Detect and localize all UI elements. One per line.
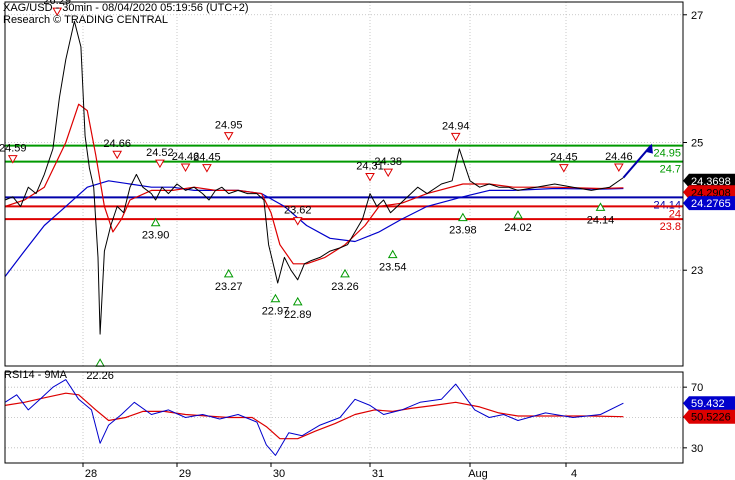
top-label: 24.45 bbox=[550, 152, 578, 164]
bottom-marker bbox=[387, 249, 398, 259]
tops-bottoms-markers: 24.5926.2924.6624.5224.4624.4524.9523.62… bbox=[0, 0, 633, 382]
y-tick-label: 25 bbox=[691, 137, 703, 149]
top-marker bbox=[112, 150, 123, 160]
top-marker bbox=[180, 163, 191, 172]
top-marker bbox=[223, 132, 234, 141]
bottom-label: 23.27 bbox=[215, 281, 243, 293]
chart-source: Research © TRADING CENTRAL bbox=[3, 14, 168, 26]
rsi-y-tick-label: 70 bbox=[691, 382, 703, 394]
top-marker bbox=[450, 132, 461, 142]
resistance-line-label: 24.95 bbox=[653, 148, 681, 160]
top-marker bbox=[613, 163, 624, 172]
y-tick-label: 23 bbox=[691, 265, 703, 277]
top-label: 24.66 bbox=[103, 138, 131, 150]
bottom-label: 24.14 bbox=[587, 214, 615, 226]
rsi-y-tick-label: 30 bbox=[691, 443, 703, 455]
price-grid bbox=[5, 2, 683, 366]
x-tick-label: 31 bbox=[372, 468, 384, 480]
rsi-grid bbox=[5, 372, 683, 463]
bottom-label: 23.54 bbox=[379, 262, 407, 274]
top-marker bbox=[202, 164, 212, 173]
bottom-marker bbox=[292, 296, 303, 306]
top-label: 24.38 bbox=[374, 156, 402, 168]
top-label: 24.52 bbox=[146, 147, 174, 159]
bottom-marker bbox=[457, 212, 468, 222]
top-marker bbox=[155, 159, 165, 169]
top-label: 24.46 bbox=[605, 151, 633, 163]
top-marker bbox=[558, 164, 569, 173]
rsi-ma-tag-text: 50.5226 bbox=[691, 412, 731, 424]
top-label: 24.95 bbox=[215, 120, 243, 132]
bottom-marker bbox=[223, 268, 234, 278]
price-series-group bbox=[4, 20, 653, 335]
price-panel-frame bbox=[4, 1, 684, 367]
top-marker bbox=[383, 168, 394, 178]
bottom-label: 23.98 bbox=[449, 225, 477, 237]
bottom-marker bbox=[340, 268, 350, 278]
price-line bbox=[4, 20, 624, 335]
top-label: 24.45 bbox=[193, 152, 221, 164]
top-label: 24.94 bbox=[442, 120, 470, 132]
chart-title: XAG/USD - 30min - 08/04/2020 05:19:56 (U… bbox=[3, 2, 249, 14]
support-line-label: 23.8 bbox=[660, 221, 681, 233]
resistance-line-label: 24.7 bbox=[660, 164, 681, 176]
bottom-marker bbox=[95, 358, 105, 367]
rsi-title: RSI14 - 9MA bbox=[4, 369, 68, 381]
bottom-label: 23.26 bbox=[331, 281, 359, 293]
top-label: 24.59 bbox=[0, 143, 27, 155]
top-marker bbox=[292, 217, 303, 226]
bottom-label: 22.89 bbox=[284, 309, 312, 321]
bottom-label: 24.02 bbox=[504, 222, 532, 234]
x-tick-label: 30 bbox=[273, 468, 285, 480]
rsi-value-tag-text: 59.432 bbox=[691, 398, 725, 410]
y-tick-label: 27 bbox=[691, 10, 703, 22]
rsi-ma-line bbox=[4, 392, 624, 440]
bottom-marker bbox=[270, 293, 281, 303]
x-tick-label: 4 bbox=[571, 468, 577, 480]
bottom-marker bbox=[513, 210, 523, 219]
x-tick-label: 28 bbox=[85, 468, 97, 480]
top-label: 23.62 bbox=[284, 205, 312, 217]
bottom-label: 23.90 bbox=[142, 230, 170, 242]
ma-slow-tag-text: 24.2765 bbox=[691, 198, 731, 210]
x-tick-label: Aug bbox=[468, 468, 488, 480]
x-tick-label: 29 bbox=[179, 468, 191, 480]
top-marker bbox=[365, 173, 375, 182]
chart-canvas: 24.9524.724.142423.8 24.5926.2924.6624.5… bbox=[0, 0, 735, 480]
